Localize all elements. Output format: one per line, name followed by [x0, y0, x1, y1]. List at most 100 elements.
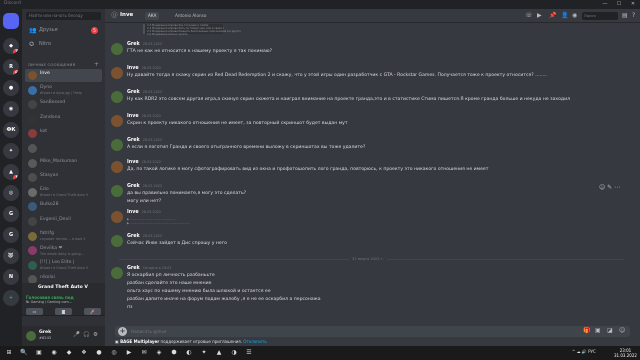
taskbar-app-icon[interactable]: ● — [94, 348, 104, 358]
dm-item[interactable] — [25, 142, 102, 155]
avatar[interactable] — [111, 115, 123, 127]
server-icon[interactable]: G — [3, 227, 19, 243]
server-icon[interactable]: ▲ 1 — [3, 164, 19, 180]
recipient-name[interactable]: Inve — [120, 12, 133, 18]
pin-icon[interactable]: 📌 — [549, 12, 556, 19]
screen-share-button[interactable]: ◙ — [55, 308, 72, 315]
message-actions[interactable]: ☺ ✎ ⋯ — [599, 184, 620, 191]
message-author[interactable]: Grek 28.03.2022 — [127, 42, 162, 47]
inbox-icon[interactable]: ▤ — [622, 12, 628, 19]
help-icon[interactable]: ? — [632, 12, 635, 19]
taskbar-app-icon[interactable]: ✉ — [139, 348, 149, 358]
avatar[interactable] — [26, 331, 36, 341]
server-icon[interactable]: ● — [3, 80, 19, 96]
message-link[interactable]: ▶ ......................................… — [127, 221, 190, 225]
activity-disable-link[interactable]: Отключить — [243, 339, 266, 344]
avatar[interactable] — [111, 185, 123, 197]
dm-item[interactable]: Dyno Играет в dyno.gg | ?help — [25, 84, 102, 97]
profile-icon[interactable]: ◉ — [572, 12, 577, 19]
taskbar-app-icon[interactable]: ⬢ — [169, 348, 179, 358]
message-author[interactable]: Inve 28.03.2022 — [127, 66, 161, 71]
taskbar-app-icon[interactable]: ▶ — [124, 348, 134, 358]
server-icon[interactable]: N — [3, 269, 19, 285]
message-author[interactable]: Grek 28.03.2022 — [127, 184, 162, 189]
taskbar-app-icon[interactable]: ☰ — [244, 348, 254, 358]
headset-icon[interactable]: 🎧 — [83, 332, 90, 338]
chat-search-input[interactable]: Поиск — [582, 12, 618, 20]
mic-icon[interactable]: 🎤 — [73, 332, 80, 338]
server-icon[interactable]: ◎ — [3, 185, 19, 201]
avatar[interactable] — [111, 267, 123, 279]
dm-item[interactable]: SanBossed — [25, 98, 102, 111]
gift-icon[interactable]: 🎁 — [583, 327, 590, 334]
server-icon[interactable] — [3, 13, 19, 29]
dm-item[interactable]: kot — [25, 127, 102, 140]
dm-item[interactable]: Stasyan — [25, 171, 102, 184]
avatar[interactable] — [111, 161, 123, 173]
voice-server-name[interactable]: № Gaming / Gaming com... — [26, 300, 72, 304]
dm-item[interactable]: [!!] | Leo Elite | Играет в Grand Theft A… — [25, 259, 102, 272]
taskbar-app-icon[interactable]: ⊞ — [4, 348, 14, 358]
avatar[interactable] — [111, 43, 123, 55]
call-icon[interactable]: ☏ — [525, 12, 533, 19]
message-input[interactable] — [131, 327, 571, 336]
attach-plus-icon[interactable]: + — [118, 327, 127, 336]
nav-friends[interactable]: 👥 Друзья 5 — [25, 25, 102, 36]
gif-icon[interactable]: ▣ — [595, 327, 601, 334]
taskbar-app-icon[interactable]: ▣ — [34, 348, 44, 358]
dm-item[interactable]: fatrifg слушает песню ... и ещё 1 — [25, 230, 102, 243]
system-tray[interactable]: ^ ☁ 🔊 РУС — [572, 349, 596, 354]
message-author[interactable]: Grek 28.03.2022 — [127, 234, 162, 239]
server-icon[interactable]: 🐺 — [3, 248, 19, 264]
taskbar-app-icon[interactable]: ◎ — [109, 348, 119, 358]
avatar[interactable] — [111, 91, 123, 103]
message-author[interactable]: Grek Сегодня в 23:01 — [127, 266, 172, 271]
server-icon[interactable]: ✦ — [3, 143, 19, 159]
maximize-button[interactable]: ☐ — [612, 0, 626, 9]
dm-item[interactable]: Devilka ❤ The whole daisy is going... — [25, 244, 102, 257]
message-author[interactable]: Grek 28.03.2022 — [127, 138, 162, 143]
conversation-search[interactable]: Найти или начать беседу — [26, 12, 101, 20]
server-icon[interactable]: G — [3, 206, 19, 222]
close-button[interactable]: ✕ — [626, 0, 640, 9]
taskbar-app-icon[interactable]: 🔍 — [19, 348, 29, 358]
avatar[interactable] — [111, 67, 123, 79]
message-author[interactable]: Inve 28.03.2022 — [127, 114, 161, 119]
dm-item[interactable]: Mike_Markuman — [25, 157, 102, 170]
taskbar-app-icon[interactable]: ◐ — [184, 348, 194, 358]
taskbar-clock[interactable]: 23:01 31.03.2022 — [614, 348, 637, 358]
add-server-plus-icon[interactable]: + — [3, 290, 19, 306]
taskbar-app-icon[interactable]: ✦ — [199, 348, 209, 358]
minimize-button[interactable]: — — [598, 0, 612, 9]
server-icon[interactable]: R6 — [3, 59, 19, 75]
dm-item[interactable]: Inve — [25, 69, 102, 82]
avatar[interactable] — [111, 211, 123, 223]
sticker-icon[interactable]: ◪ — [607, 327, 613, 334]
taskbar-app-icon[interactable]: ◈ — [154, 348, 164, 358]
settings-gear-icon[interactable]: ⚙ — [93, 332, 98, 338]
create-dm-plus-icon[interactable]: + — [94, 61, 99, 68]
message-author[interactable]: Inve 28.03.2022 — [127, 160, 161, 165]
activity-button[interactable]: 🚀 — [84, 308, 101, 315]
dm-item[interactable]: Bulko28 — [25, 200, 102, 213]
server-icon[interactable]: ◆ 7 — [3, 38, 19, 54]
taskbar-app-icon[interactable]: ▲ — [214, 348, 224, 358]
taskbar-app-icon[interactable]: ◆ — [64, 348, 74, 358]
taskbar-app-icon[interactable]: ◑ — [229, 348, 239, 358]
taskbar-app-icon[interactable]: ◉ — [49, 348, 59, 358]
dm-item[interactable]: Zandona — [25, 113, 102, 126]
video-button[interactable]: ▭ — [26, 308, 43, 315]
add-friend-icon[interactable]: 👤 — [561, 12, 568, 19]
server-icon[interactable]: ФК — [3, 122, 19, 138]
dm-item[interactable]: Edo Играет в Grand Theft Auto V — [25, 186, 102, 199]
nav-nitro[interactable]: ✪ Nitro — [25, 39, 102, 50]
avatar[interactable] — [111, 235, 123, 247]
message-author[interactable]: Grek 28.03.2022 — [127, 90, 162, 95]
server-icon[interactable]: ◉ — [3, 101, 19, 117]
avatar[interactable] — [111, 139, 123, 151]
video-call-icon[interactable]: ▶ — [537, 12, 542, 19]
message-author[interactable]: Inve 28.03.2022 — [127, 210, 161, 215]
emoji-icon[interactable]: ☺ — [619, 327, 625, 334]
taskbar-app-icon[interactable]: ❖ — [79, 348, 89, 358]
dm-item[interactable]: Evgenii_Devil — [25, 215, 102, 228]
